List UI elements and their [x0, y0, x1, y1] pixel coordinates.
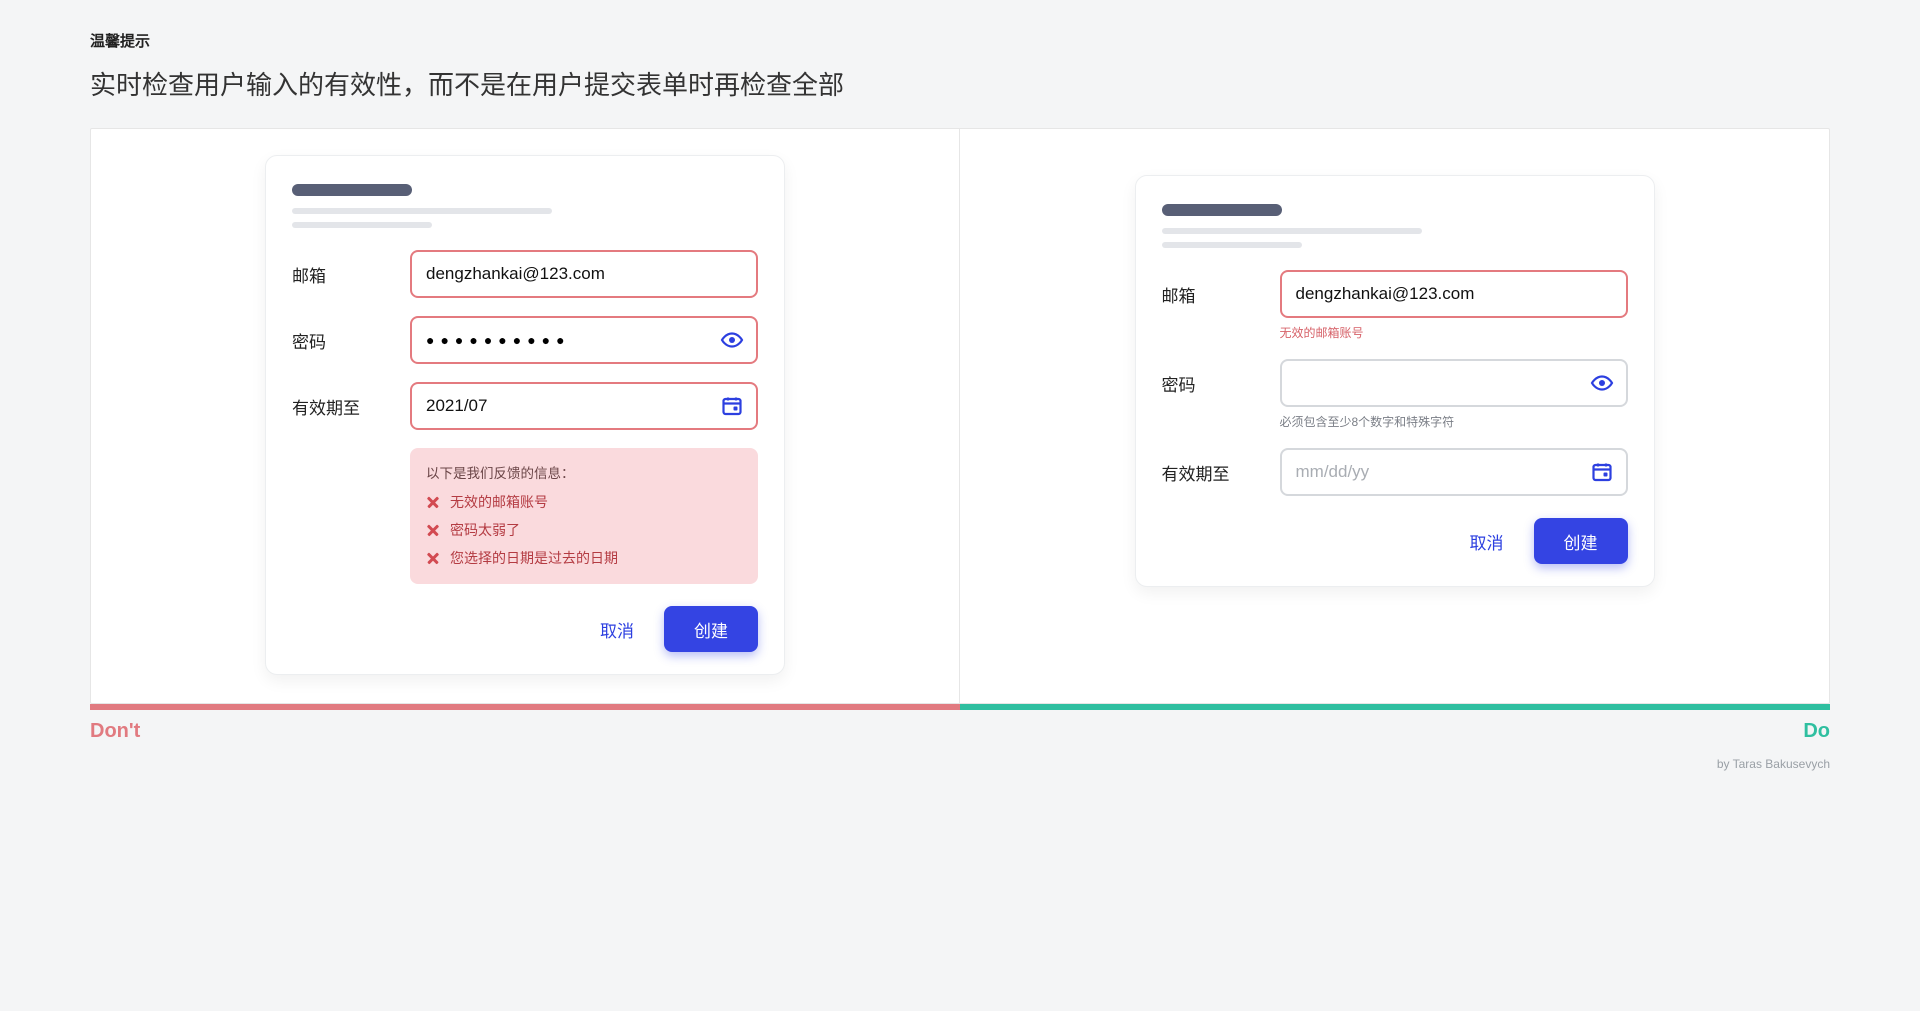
password-hint: 必须包含至少8个数字和特殊字符	[1280, 413, 1628, 430]
error-item: 密码太弱了	[426, 520, 742, 540]
page-title: 实时检查用户输入的有效性，而不是在用户提交表单时再检查全部	[90, 65, 1830, 102]
date-placeholder: mm/dd/yy	[1296, 462, 1370, 482]
card-do: 邮箱 dengzhankai@123.com 无效的邮箱账号 密码	[1135, 175, 1655, 587]
card-header	[1162, 204, 1628, 248]
pane-do: 邮箱 dengzhankai@123.com 无效的邮箱账号 密码	[960, 129, 1829, 703]
email-value: dengzhankai@123.com	[1296, 284, 1475, 304]
eye-icon[interactable]	[720, 328, 744, 352]
placeholder-line	[292, 208, 552, 214]
placeholder-title-bar	[1162, 204, 1282, 216]
create-button[interactable]: 创建	[1534, 518, 1628, 564]
card-actions: 取消 创建	[292, 606, 758, 652]
x-icon	[426, 551, 440, 565]
eye-icon[interactable]	[1590, 371, 1614, 395]
row-date: 有效期至 2021/07	[292, 382, 758, 430]
create-button[interactable]: 创建	[664, 606, 758, 652]
row-password: 密码 ●●●●●●●●●●	[292, 316, 758, 364]
label-valid-until: 有效期至	[292, 382, 410, 419]
date-value: 2021/07	[426, 396, 487, 416]
email-inline-error: 无效的邮箱账号	[1280, 324, 1628, 341]
label-email: 邮箱	[1162, 270, 1280, 307]
comparison-frame: 邮箱 dengzhankai@123.com 密码 ●●●●●●●●●●	[90, 128, 1830, 704]
date-field[interactable]: 2021/07	[410, 382, 758, 430]
date-field[interactable]: mm/dd/yy	[1280, 448, 1628, 496]
error-summary-box: 以下是我们反馈的信息： 无效的邮箱账号 密码太弱了 您选择的日期是过去的日期	[410, 448, 758, 584]
label-password: 密码	[1162, 359, 1280, 396]
pane-dont: 邮箱 dengzhankai@123.com 密码 ●●●●●●●●●●	[91, 129, 960, 703]
label-email: 邮箱	[292, 250, 410, 287]
row-email: 邮箱 dengzhankai@123.com 无效的邮箱账号	[1162, 270, 1628, 341]
label-password: 密码	[292, 316, 410, 353]
card-dont: 邮箱 dengzhankai@123.com 密码 ●●●●●●●●●●	[265, 155, 785, 675]
calendar-icon[interactable]	[720, 394, 744, 418]
credit-line: by Taras Bakusevych	[90, 757, 1830, 771]
password-dots: ●●●●●●●●●●	[426, 332, 571, 348]
cancel-button[interactable]: 取消	[1466, 518, 1508, 564]
card-actions: 取消 创建	[1162, 518, 1628, 564]
email-value: dengzhankai@123.com	[426, 264, 605, 284]
calendar-icon[interactable]	[1590, 460, 1614, 484]
error-summary-title: 以下是我们反馈的信息：	[426, 462, 742, 482]
email-field[interactable]: dengzhankai@123.com	[1280, 270, 1628, 318]
cancel-button[interactable]: 取消	[596, 606, 638, 652]
placeholder-line	[292, 222, 432, 228]
placeholder-line	[1162, 228, 1422, 234]
dont-label: Don't	[90, 704, 960, 743]
row-password: 密码 必须包含至少8个数字和特殊字符	[1162, 359, 1628, 430]
password-field[interactable]: ●●●●●●●●●●	[410, 316, 758, 364]
error-item: 您选择的日期是过去的日期	[426, 548, 742, 568]
card-header	[292, 184, 758, 228]
row-date: 有效期至 mm/dd/yy	[1162, 448, 1628, 496]
dont-do-labels: Don't Do	[90, 704, 1830, 743]
error-item: 无效的邮箱账号	[426, 492, 742, 512]
placeholder-title-bar	[292, 184, 412, 196]
placeholder-line	[1162, 242, 1302, 248]
x-icon	[426, 495, 440, 509]
label-valid-until: 有效期至	[1162, 448, 1280, 485]
do-label: Do	[960, 704, 1830, 743]
tip-label: 温馨提示	[90, 30, 1830, 51]
row-email: 邮箱 dengzhankai@123.com	[292, 250, 758, 298]
x-icon	[426, 523, 440, 537]
email-field[interactable]: dengzhankai@123.com	[410, 250, 758, 298]
password-field[interactable]	[1280, 359, 1628, 407]
